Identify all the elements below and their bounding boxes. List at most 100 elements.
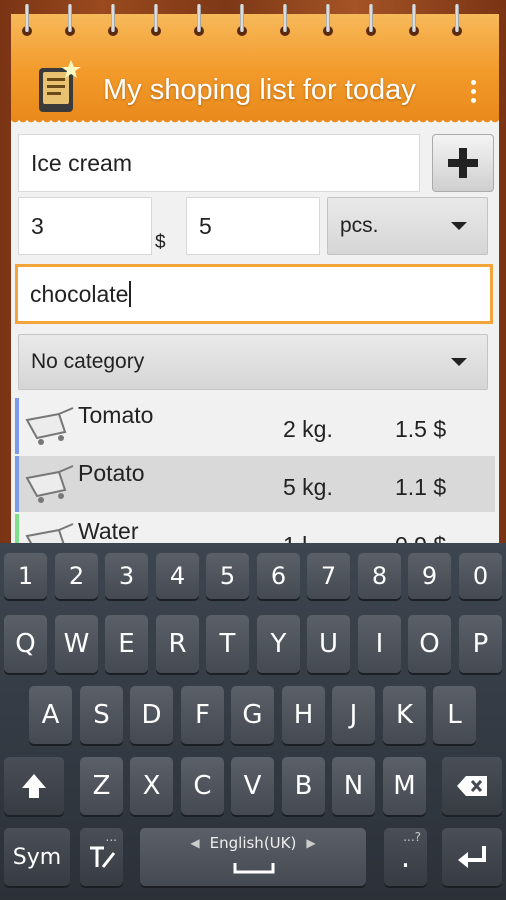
enter-arrow-icon	[458, 846, 486, 868]
chevron-left-icon: ◀	[190, 836, 200, 850]
price-input[interactable]: 5	[186, 197, 320, 255]
key-f[interactable]: F	[181, 686, 224, 744]
unit-value: pcs.	[340, 214, 379, 237]
list-item[interactable]: Tomato 2 kg. 1.5 $	[15, 398, 495, 454]
spiral-ring-icon	[409, 4, 419, 36]
shift-key[interactable]	[4, 757, 64, 815]
spiral-ring-icon	[237, 4, 247, 36]
currency-label: $	[155, 232, 166, 253]
key-sub-label: ...	[105, 830, 117, 844]
key-3[interactable]: 3	[105, 553, 148, 599]
sym-key[interactable]: Sym	[4, 828, 70, 886]
paper-edge	[11, 118, 499, 126]
language-label: English(UK)	[209, 834, 297, 852]
key-4[interactable]: 4	[156, 553, 199, 599]
key-a[interactable]: A	[29, 686, 72, 744]
key-t[interactable]: T	[206, 615, 249, 673]
key-d[interactable]: D	[130, 686, 173, 744]
spiral-ring-icon	[108, 4, 118, 36]
add-item-button[interactable]	[432, 134, 494, 192]
shift-arrow-icon	[22, 774, 46, 798]
category-color-bar	[15, 456, 19, 512]
key-y[interactable]: Y	[257, 615, 300, 673]
key-2[interactable]: 2	[55, 553, 98, 599]
item-quantity: 2 kg.	[283, 416, 333, 442]
item-name: Potato	[78, 460, 145, 486]
spiral-ring-icon	[22, 4, 32, 36]
spiral-ring-icon	[151, 4, 161, 36]
app-logo-icon	[37, 58, 83, 114]
key-h[interactable]: H	[282, 686, 325, 744]
key-6[interactable]: 6	[257, 553, 300, 599]
item-name-input[interactable]: Ice cream	[18, 134, 420, 192]
item-price: 1.1 $	[395, 474, 447, 500]
spiral-ring-icon	[323, 4, 333, 36]
key-sub-label: ...?	[403, 830, 421, 844]
key-r[interactable]: R	[156, 615, 199, 673]
item-name: Tomato	[78, 402, 154, 428]
dropdown-arrow-icon	[451, 358, 467, 366]
plus-icon	[448, 148, 478, 178]
note-input[interactable]: chocolate	[15, 264, 493, 324]
key-0[interactable]: 0	[459, 553, 502, 599]
key-j[interactable]: J	[332, 686, 375, 744]
key-l[interactable]: L	[433, 686, 476, 744]
key-q[interactable]: Q	[4, 615, 47, 673]
period-key[interactable]: ...? .	[384, 828, 427, 886]
enter-key[interactable]	[442, 828, 502, 886]
overflow-menu-icon[interactable]	[471, 80, 477, 110]
backspace-icon	[457, 776, 487, 796]
space-key[interactable]: ◀ English(UK) ▶	[140, 828, 366, 886]
note-value: chocolate	[30, 280, 129, 307]
key-u[interactable]: U	[307, 615, 350, 673]
price-value: 5	[199, 212, 212, 239]
text-pen-icon	[89, 846, 115, 868]
app-title: My shoping list for today	[103, 74, 416, 106]
key-7[interactable]: 7	[307, 553, 350, 599]
key-n[interactable]: N	[332, 757, 375, 815]
key-m[interactable]: M	[383, 757, 426, 815]
chevron-right-icon: ▶	[306, 836, 316, 850]
key-e[interactable]: E	[105, 615, 148, 673]
unit-dropdown[interactable]: pcs.	[327, 197, 488, 255]
handwriting-key[interactable]: ...	[80, 828, 123, 886]
category-value: No category	[31, 350, 145, 373]
quantity-value: 3	[31, 212, 44, 239]
key-8[interactable]: 8	[358, 553, 401, 599]
key-o[interactable]: O	[408, 615, 451, 673]
shopping-cart-icon	[25, 465, 74, 503]
item-name: Water	[78, 518, 139, 544]
space-bar-icon	[233, 863, 275, 874]
category-dropdown[interactable]: No category	[18, 334, 488, 390]
list-item[interactable]: Potato 5 kg. 1.1 $	[15, 456, 495, 512]
key-c[interactable]: C	[181, 757, 224, 815]
spiral-ring-icon	[194, 4, 204, 36]
item-name-value: Ice cream	[31, 149, 132, 176]
period-label: .	[400, 839, 411, 875]
key-b[interactable]: B	[282, 757, 325, 815]
key-9[interactable]: 9	[408, 553, 451, 599]
key-w[interactable]: W	[55, 615, 98, 673]
key-z[interactable]: Z	[80, 757, 123, 815]
key-p[interactable]: P	[459, 615, 502, 673]
spiral-ring-icon	[280, 4, 290, 36]
quantity-input[interactable]: 3	[18, 197, 152, 255]
key-x[interactable]: X	[130, 757, 173, 815]
text-cursor	[129, 281, 132, 307]
key-5[interactable]: 5	[206, 553, 249, 599]
key-v[interactable]: V	[231, 757, 274, 815]
key-s[interactable]: S	[80, 686, 123, 744]
key-i[interactable]: I	[358, 615, 401, 673]
key-1[interactable]: 1	[4, 553, 47, 599]
spiral-ring-icon	[366, 4, 376, 36]
soft-keyboard: 1 2 3 4 5 6 7 8 9 0 Q W E R T Y U I O P …	[0, 543, 506, 900]
notepad: My shoping list for today Ice cream 3 $ …	[11, 4, 499, 574]
backspace-key[interactable]	[442, 757, 502, 815]
spiral-ring-icon	[65, 4, 75, 36]
category-color-bar	[15, 398, 19, 454]
item-quantity: 5 kg.	[283, 474, 333, 500]
key-k[interactable]: K	[383, 686, 426, 744]
item-price: 1.5 $	[395, 416, 447, 442]
shopping-cart-icon	[25, 407, 74, 445]
key-g[interactable]: G	[231, 686, 274, 744]
